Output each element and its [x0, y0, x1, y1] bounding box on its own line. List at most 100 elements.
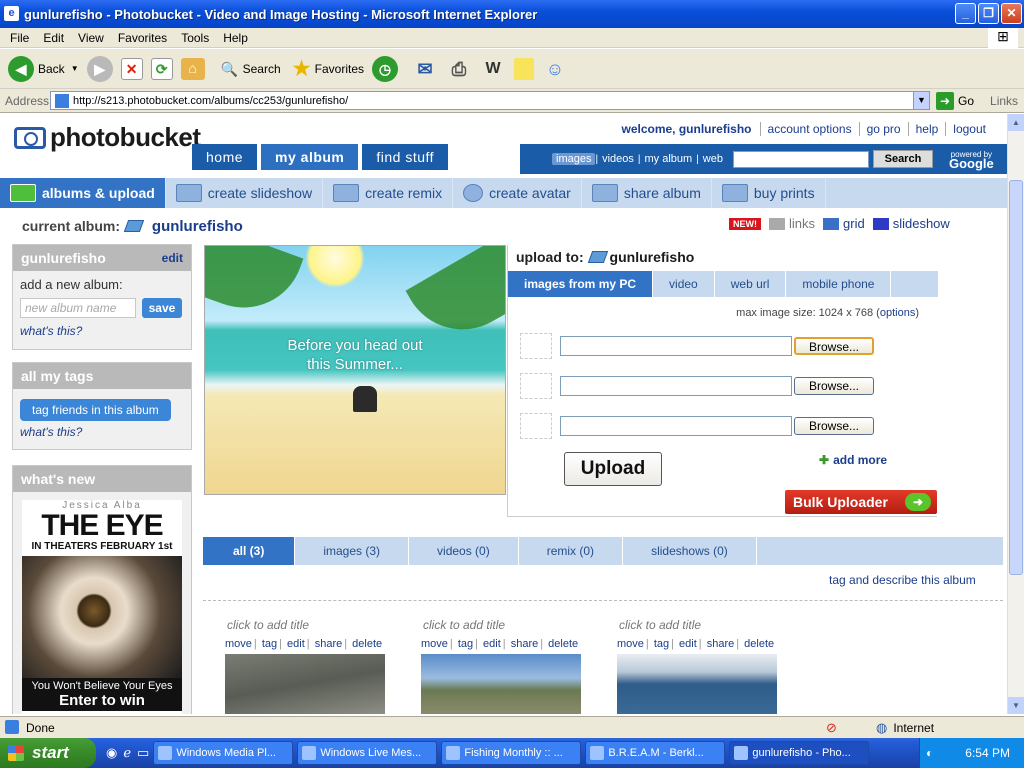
scroll-down-icon[interactable]: ▼ [1008, 697, 1024, 714]
share-link[interactable]: share [315, 638, 343, 650]
menu-file[interactable]: File [10, 31, 29, 45]
tray-icon[interactable]: ◐ [926, 738, 933, 768]
share-link[interactable]: share [707, 638, 735, 650]
messenger-button[interactable]: ☺ [542, 56, 568, 82]
move-link[interactable]: move [617, 638, 644, 650]
photo-thumbnail[interactable] [617, 654, 777, 714]
file-path-input[interactable] [560, 376, 792, 396]
filter-all[interactable]: all (3) [203, 537, 296, 565]
enter-to-win-link[interactable]: Enter to win [22, 692, 182, 709]
maximize-button[interactable]: ❐ [978, 3, 999, 24]
browse-button[interactable]: Browse... [794, 337, 874, 355]
save-album-button[interactable]: save [141, 298, 183, 318]
tag-link[interactable]: tag [458, 638, 473, 650]
notes-button[interactable] [514, 57, 534, 80]
site-search-input[interactable] [732, 150, 869, 168]
popup-blocked-icon[interactable]: ⊘ [826, 720, 837, 736]
tag-friends-button[interactable]: tag friends in this album [20, 399, 171, 421]
start-button[interactable]: start [0, 738, 96, 768]
menu-tools[interactable]: Tools [181, 31, 209, 45]
task-bream[interactable]: B.R.E.A.M - Berkl... [585, 741, 726, 765]
browse-button[interactable]: Browse... [794, 417, 874, 435]
edit-link[interactable]: edit [679, 638, 697, 650]
delete-link[interactable]: delete [744, 638, 774, 650]
account-options-link[interactable]: account options [759, 122, 859, 136]
menu-favorites[interactable]: Favorites [118, 31, 167, 45]
task-fishing-monthly[interactable]: Fishing Monthly :: ... [441, 741, 582, 765]
tab-mobile-phone[interactable]: mobile phone [786, 271, 892, 297]
search-button[interactable]: 🔍 Search [217, 56, 281, 82]
favorites-button[interactable]: ★ Favorites [289, 56, 364, 82]
search-type-videos[interactable]: videos [598, 153, 638, 165]
new-album-input[interactable]: new album name [20, 298, 136, 318]
ie-quick-icon[interactable]: ℯ [123, 745, 131, 761]
tab-home[interactable]: home [192, 144, 258, 170]
address-input[interactable]: http://s213.photobucket.com/albums/cc253… [50, 91, 930, 110]
links-button[interactable]: Links [990, 94, 1018, 108]
edit-link[interactable]: edit [483, 638, 501, 650]
help-link[interactable]: help [907, 122, 946, 136]
mail-button[interactable]: ✉ [412, 56, 438, 82]
subnav-create-remix[interactable]: create remix [323, 178, 454, 208]
scroll-up-icon[interactable]: ▲ [1008, 114, 1024, 131]
menu-help[interactable]: Help [223, 31, 248, 45]
edit-link[interactable]: edit [287, 638, 305, 650]
go-button[interactable]: ➜ Go [936, 91, 974, 110]
browse-button[interactable]: Browse... [794, 377, 874, 395]
back-button[interactable]: ◀ Back ▼ [8, 55, 79, 82]
home-button[interactable]: ⌂ [180, 57, 205, 80]
delete-link[interactable]: delete [352, 638, 382, 650]
subnav-create-slideshow[interactable]: create slideshow [166, 178, 324, 208]
tag-describe-link[interactable]: tag and describe this album [829, 573, 976, 587]
filter-remix[interactable]: remix (0) [519, 537, 624, 565]
logout-link[interactable]: logout [945, 122, 993, 136]
minimize-button[interactable]: _ [955, 3, 976, 24]
summer-banner[interactable]: Before you head out this Summer... [204, 245, 506, 495]
search-type-images[interactable]: images [552, 153, 596, 165]
stop-button[interactable]: ✕ [120, 57, 143, 80]
photobucket-logo[interactable]: photobucket [14, 122, 201, 153]
options-link[interactable]: options [880, 307, 915, 319]
tab-images-from-pc[interactable]: images from my PC [508, 271, 654, 297]
history-button[interactable]: ◷ [372, 55, 398, 82]
address-dropdown-icon[interactable]: ▼ [913, 92, 929, 109]
close-button[interactable]: ✕ [1001, 3, 1022, 24]
subnav-albums-upload[interactable]: albums & upload [0, 178, 166, 208]
tag-link[interactable]: tag [262, 638, 277, 650]
desktop-icon[interactable]: ▭ [137, 745, 149, 761]
subnav-share-album[interactable]: share album [582, 178, 712, 208]
view-grid[interactable]: grid [823, 216, 865, 231]
share-link[interactable]: share [511, 638, 539, 650]
edit-button[interactable]: W [480, 56, 506, 82]
task-windows-media-player[interactable]: Windows Media Pl... [153, 741, 294, 765]
photo-title[interactable]: click to add title [421, 618, 591, 632]
move-link[interactable]: move [225, 638, 252, 650]
page-scrollbar[interactable]: ▲ ▼ [1007, 114, 1024, 714]
delete-link[interactable]: delete [548, 638, 578, 650]
task-windows-live-messenger[interactable]: Windows Live Mes... [297, 741, 438, 765]
filter-images[interactable]: images (3) [295, 537, 410, 565]
movie-ad[interactable]: Jessica Alba THE EYE IN THEATERS FEBRUAR… [22, 500, 182, 714]
whats-this-tags-link[interactable]: what's this? [20, 425, 184, 439]
edit-album-link[interactable]: edit [162, 245, 183, 271]
search-type-web[interactable]: web [699, 153, 727, 165]
tab-web-url[interactable]: web url [715, 271, 787, 297]
search-type-my-album[interactable]: my album [640, 153, 696, 165]
whats-this-link[interactable]: what's this? [20, 324, 184, 338]
filter-slideshows[interactable]: slideshows (0) [623, 537, 757, 565]
photo-thumbnail[interactable] [225, 654, 385, 714]
bulk-uploader-button[interactable]: Bulk Uploader ➜ [785, 490, 937, 514]
file-path-input[interactable] [560, 336, 792, 356]
filter-videos[interactable]: videos (0) [409, 537, 519, 565]
view-links[interactable]: links [769, 216, 815, 231]
photo-title[interactable]: click to add title [225, 618, 395, 632]
current-album-name[interactable]: gunlurefisho [152, 218, 243, 235]
scroll-thumb[interactable] [1009, 180, 1023, 575]
subnav-create-avatar[interactable]: create avatar [453, 178, 582, 208]
tag-link[interactable]: tag [654, 638, 669, 650]
upload-button[interactable]: Upload [564, 452, 662, 486]
forward-button[interactable]: ▶ [86, 55, 113, 82]
photo-title[interactable]: click to add title [617, 618, 787, 632]
tab-my-album[interactable]: my album [261, 144, 359, 170]
tab-video[interactable]: video [653, 271, 715, 297]
